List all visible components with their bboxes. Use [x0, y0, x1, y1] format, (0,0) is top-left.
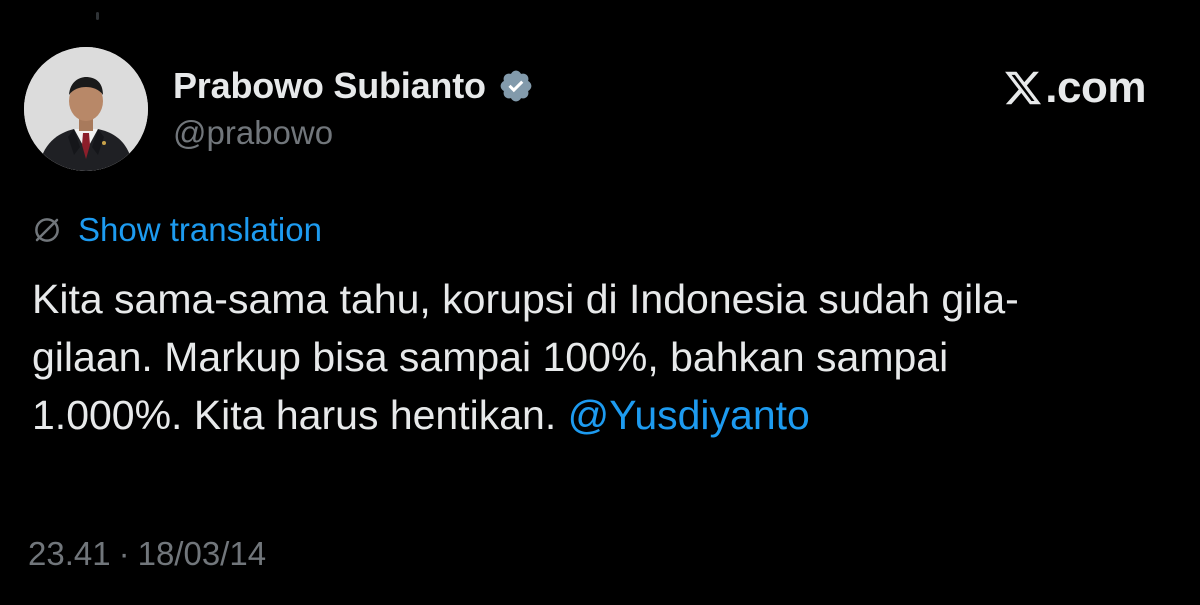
- tweet-text-line: gilaan. Markup bisa sampai 100%, bahkan …: [32, 334, 949, 380]
- tweet-text: Kita sama-sama tahu, korupsi di Indonesi…: [32, 270, 1182, 444]
- profile-photo-icon: [24, 47, 148, 171]
- author-handle[interactable]: @prabowo: [173, 114, 333, 152]
- verified-badge-icon[interactable]: [498, 68, 534, 104]
- show-translation-link[interactable]: Show translation: [78, 211, 322, 249]
- translate-icon: [32, 215, 62, 245]
- tweet-card: Prabowo Subianto @prabowo .com Show tran…: [0, 0, 1200, 605]
- author-row: Prabowo Subianto: [173, 62, 534, 110]
- brand-watermark: .com: [1003, 60, 1146, 116]
- timestamp-separator: ·: [118, 535, 130, 572]
- tweet-text-line: Kita sama-sama tahu, korupsi di Indonesi…: [32, 276, 1019, 322]
- avatar[interactable]: [24, 47, 148, 171]
- brand-text: .com: [1045, 63, 1146, 112]
- tweet-text-line: 1.000%. Kita harus hentikan.: [32, 392, 568, 438]
- x-logo-icon: [1003, 68, 1043, 108]
- tweet-time: 23.41: [28, 535, 111, 572]
- tweet-timestamp[interactable]: 23.41 · 18/03/14: [28, 532, 266, 576]
- tweet-date: 18/03/14: [137, 535, 267, 572]
- thread-indicator: [96, 12, 99, 20]
- mention-link[interactable]: @Yusdiyanto: [568, 392, 810, 438]
- translation-row: Show translation: [32, 208, 322, 252]
- author-display-name[interactable]: Prabowo Subianto: [173, 65, 486, 107]
